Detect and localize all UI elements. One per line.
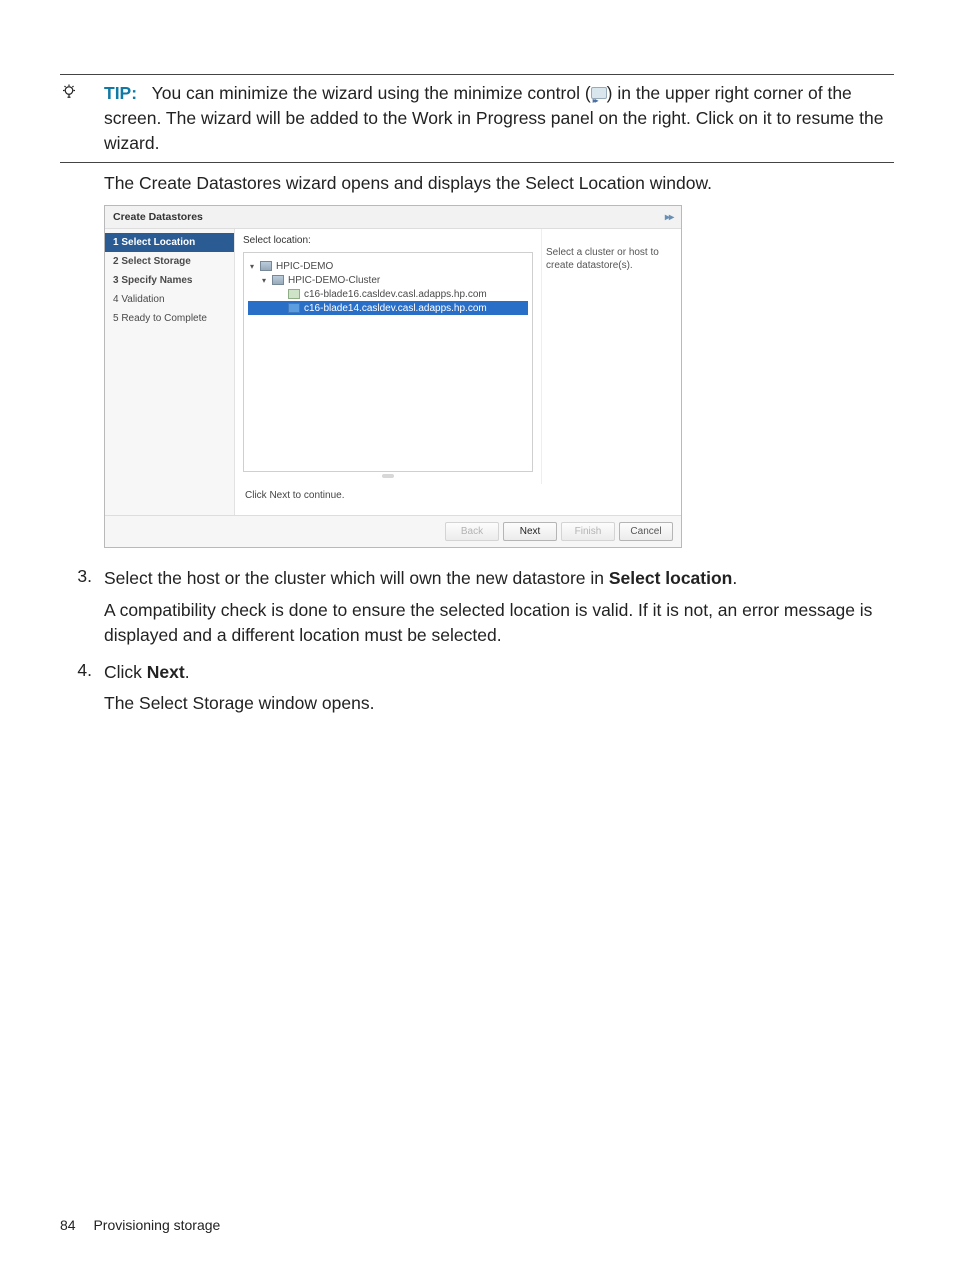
intro-paragraph: The Create Datastores wizard opens and d… <box>104 171 894 196</box>
wizard-step-5[interactable]: 5 Ready to Complete <box>105 309 234 328</box>
caret-down-icon: ▾ <box>250 262 258 271</box>
wizard-main-top: Select location: ▾ HPIC-DEMO ▾ HPIC-DEMO… <box>235 229 681 484</box>
tree-pane: Select location: ▾ HPIC-DEMO ▾ HPIC-DEMO… <box>235 229 541 484</box>
step-body: Select the host or the cluster which wil… <box>104 566 894 654</box>
wizard-minimize-icon[interactable]: ▸▸ <box>665 212 673 223</box>
lightbulb-icon <box>60 85 78 105</box>
create-datastores-wizard: Create Datastores ▸▸ 1 Select Location 2… <box>104 205 682 548</box>
tree-row-host[interactable]: c16-blade16.casldev.casl.adapps.hp.com <box>248 287 528 301</box>
wizard-button-bar: Back Next Finish Cancel <box>105 515 681 547</box>
text: Select the host or the cluster which wil… <box>104 568 609 588</box>
tip-text: TIP: You can minimize the wizard using t… <box>104 81 894 156</box>
step-marker: 3. <box>60 566 104 654</box>
wizard-main: Select location: ▾ HPIC-DEMO ▾ HPIC-DEMO… <box>235 229 681 515</box>
location-tree[interactable]: ▾ HPIC-DEMO ▾ HPIC-DEMO-Cluster <box>243 252 533 472</box>
step-marker: 4. <box>60 660 104 722</box>
caret-down-icon: ▾ <box>262 276 270 285</box>
wizard-body: 1 Select Location 2 Select Storage 3 Spe… <box>105 228 681 515</box>
wizard-titlebar: Create Datastores ▸▸ <box>105 206 681 228</box>
wizard-title-text: Create Datastores <box>113 211 203 223</box>
tip-icon-cell <box>60 81 104 106</box>
text: Click <box>104 662 147 682</box>
step-3: 3. Select the host or the cluster which … <box>60 566 894 654</box>
tip-text-before: You can minimize the wizard using the mi… <box>152 83 591 103</box>
step-body: Click Next. The Select Storage window op… <box>104 660 894 722</box>
wizard-note: Click Next to continue. <box>235 484 681 515</box>
finish-button[interactable]: Finish <box>561 522 615 541</box>
text: . <box>732 568 737 588</box>
wizard-step-2[interactable]: 2 Select Storage <box>105 252 234 271</box>
text: . <box>185 662 190 682</box>
text: A compatibility check is done to ensure … <box>104 598 894 648</box>
datacenter-icon <box>260 261 272 271</box>
tip-label: TIP: <box>104 83 137 103</box>
text: The Select Storage window opens. <box>104 691 894 716</box>
host-icon <box>288 289 300 299</box>
tip-box: TIP: You can minimize the wizard using t… <box>60 74 894 163</box>
wizard-step-1[interactable]: 1 Select Location <box>105 233 234 252</box>
footer-section: Provisioning storage <box>93 1217 220 1233</box>
next-button[interactable]: Next <box>503 522 557 541</box>
page-number: 84 <box>60 1217 76 1233</box>
step-4: 4. Click Next. The Select Storage window… <box>60 660 894 722</box>
page-footer: 84 Provisioning storage <box>60 1217 220 1233</box>
tree-row-datacenter[interactable]: ▾ HPIC-DEMO <box>248 259 528 273</box>
host-icon <box>288 303 300 313</box>
tree-row-cluster[interactable]: ▾ HPIC-DEMO-Cluster <box>248 273 528 287</box>
resize-grip-icon[interactable] <box>382 474 394 478</box>
wizard-step-3[interactable]: 3 Specify Names <box>105 271 234 290</box>
tree-label: HPIC-DEMO <box>276 261 333 272</box>
tip-bottom-rule <box>60 162 894 163</box>
ordered-steps: 3. Select the host or the cluster which … <box>60 566 894 722</box>
minimize-control-icon <box>591 87 607 99</box>
tree-label: c16-blade14.casldev.casl.adapps.hp.com <box>304 303 487 314</box>
tree-label: HPIC-DEMO-Cluster <box>288 275 380 286</box>
tip-block: TIP: You can minimize the wizard using t… <box>60 81 894 156</box>
page: TIP: You can minimize the wizard using t… <box>0 0 954 1271</box>
tree-row-host-selected[interactable]: c16-blade14.casldev.casl.adapps.hp.com <box>248 301 528 315</box>
back-button[interactable]: Back <box>445 522 499 541</box>
text-bold: Select location <box>609 568 733 588</box>
select-location-heading: Select location: <box>243 235 533 246</box>
cluster-icon <box>272 275 284 285</box>
cancel-button[interactable]: Cancel <box>619 522 673 541</box>
wizard-steps-sidebar: 1 Select Location 2 Select Storage 3 Spe… <box>105 229 235 515</box>
tip-top-rule <box>60 74 894 75</box>
wizard-step-4[interactable]: 4 Validation <box>105 290 234 309</box>
tree-label: c16-blade16.casldev.casl.adapps.hp.com <box>304 289 487 300</box>
right-description: Select a cluster or host to create datas… <box>541 229 681 484</box>
text-bold: Next <box>147 662 185 682</box>
